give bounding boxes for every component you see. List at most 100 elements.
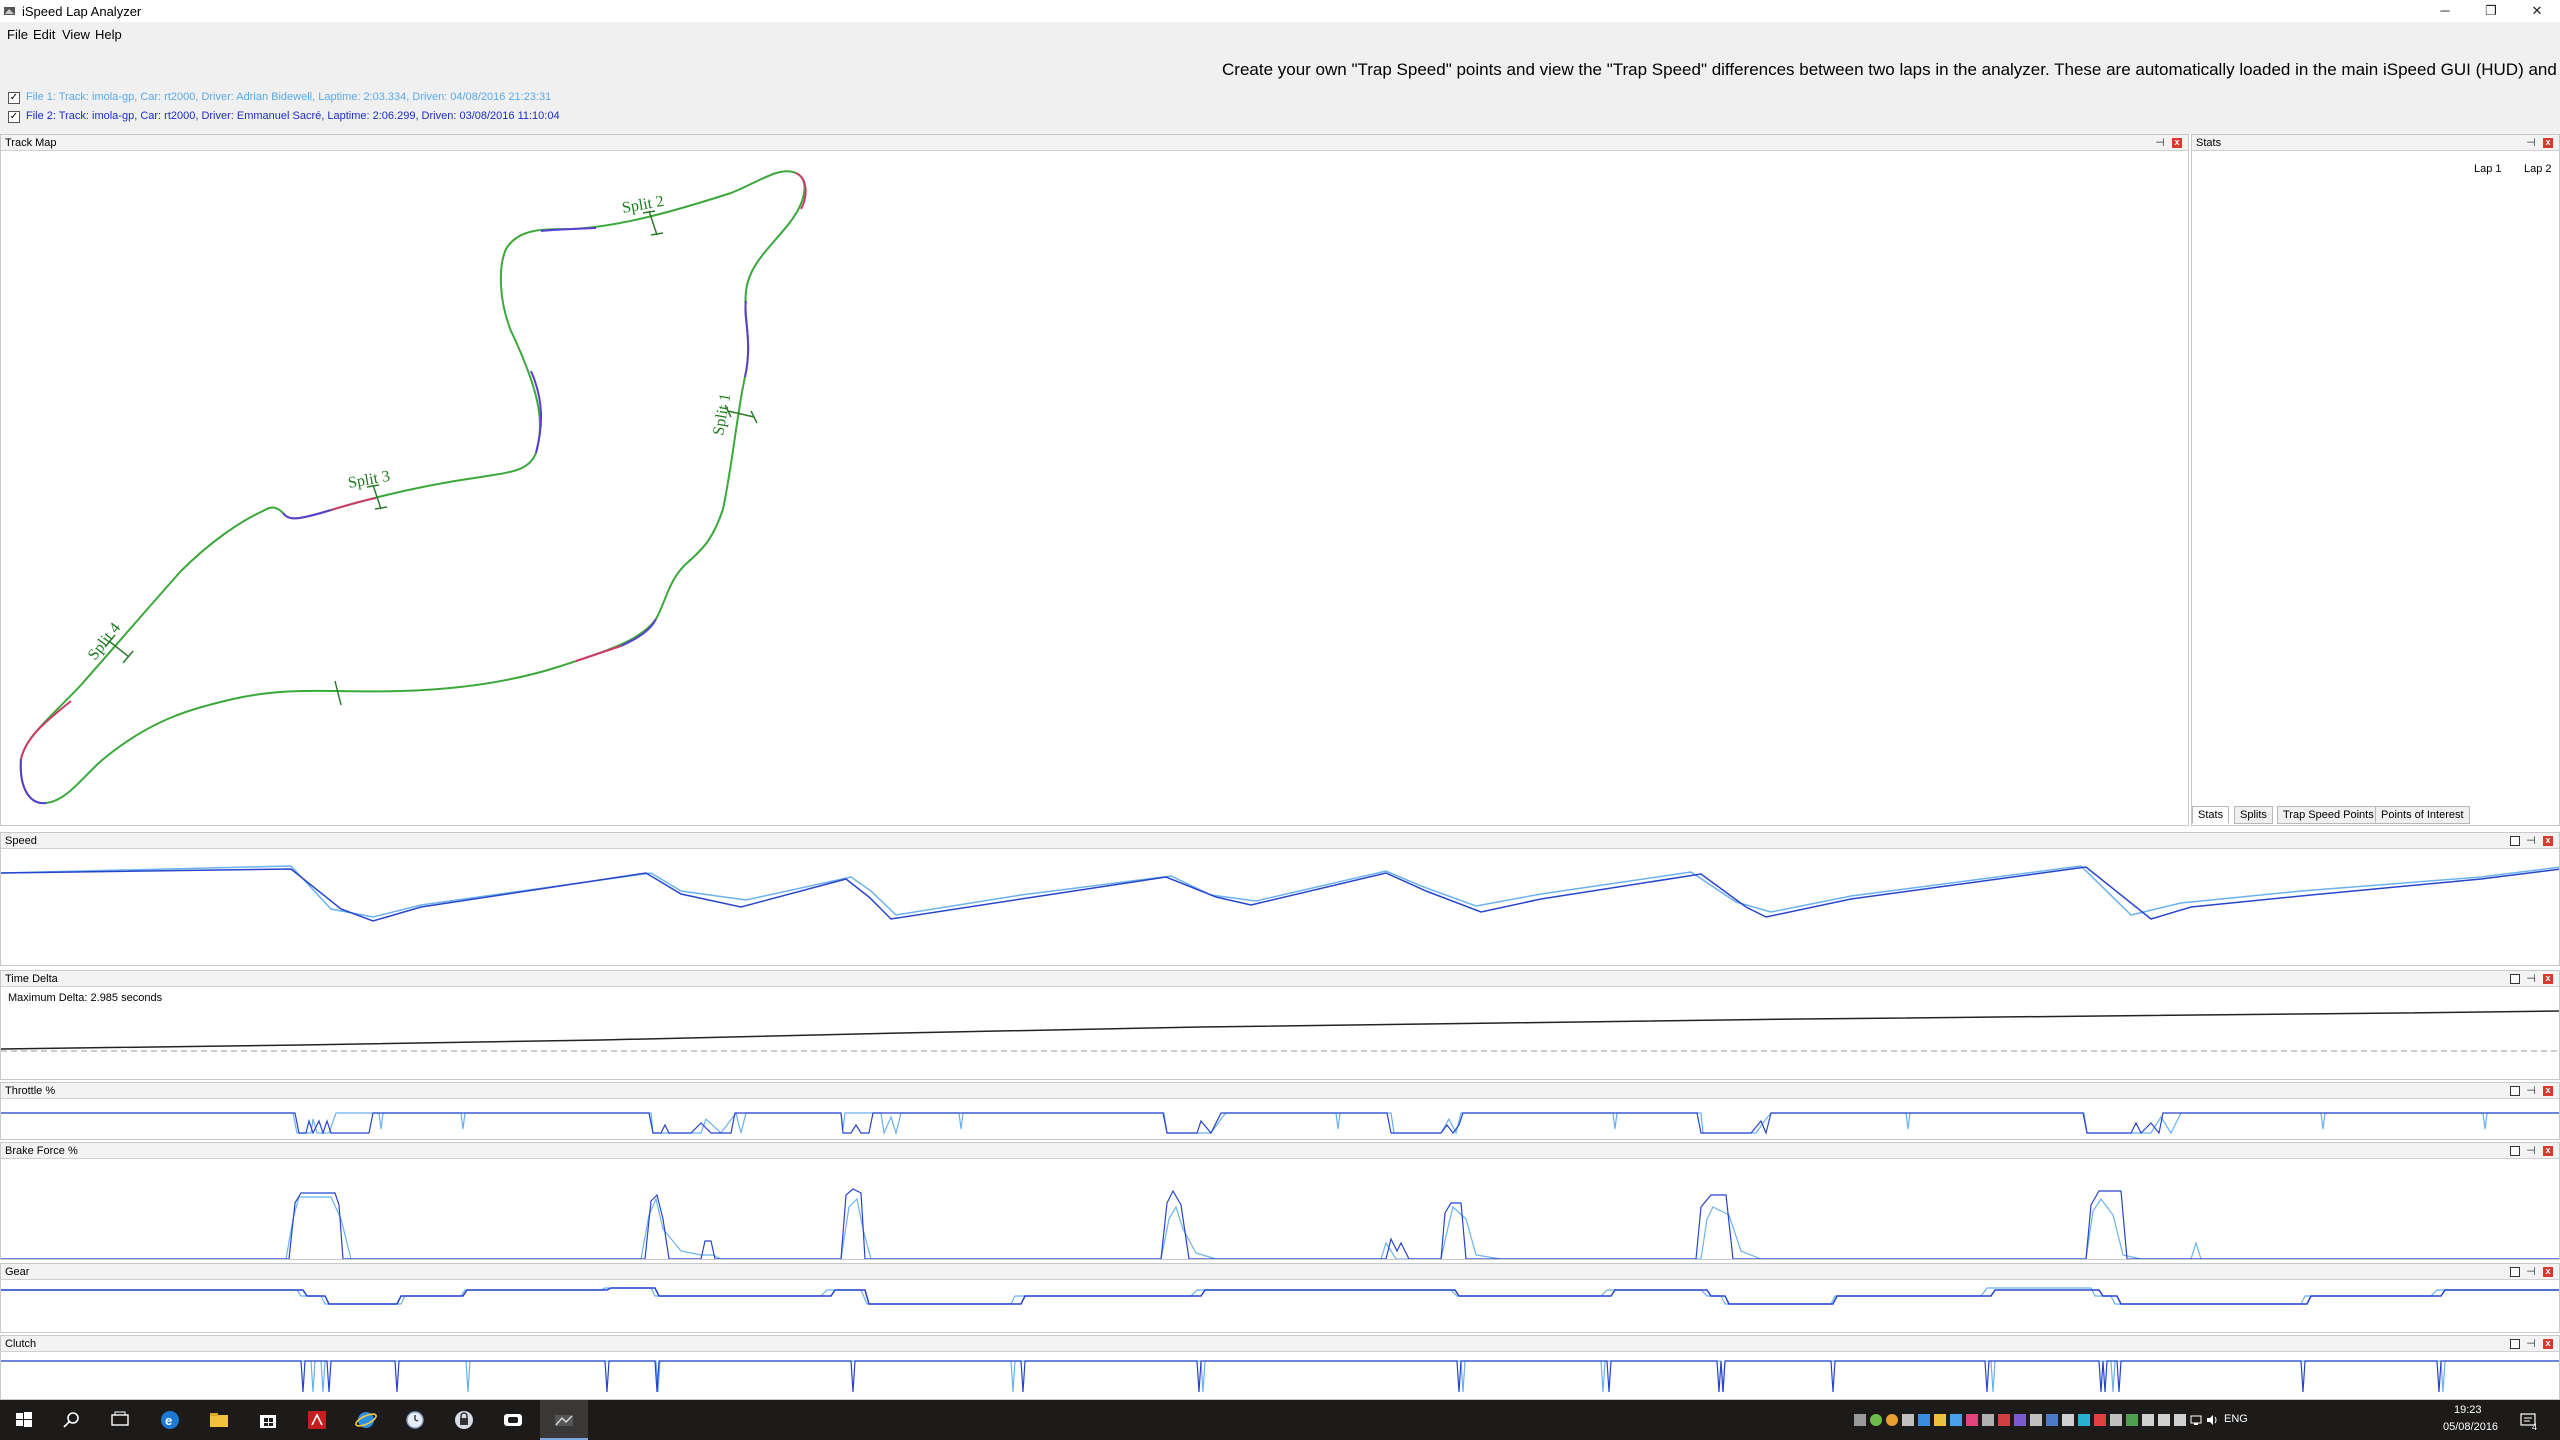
windows-start-icon[interactable] [12, 1408, 36, 1432]
close-panel-icon[interactable]: x [2543, 974, 2553, 984]
track-map-canvas[interactable]: Split 1 Split 2 Split 3 Split 4 [1, 151, 2188, 825]
pin-icon[interactable]: ⊣ [2155, 138, 2165, 149]
split-markers [104, 210, 758, 706]
tray-icon[interactable] [2110, 1414, 2122, 1426]
tray-icon[interactable] [1854, 1414, 1866, 1426]
internet-explorer-icon[interactable] [354, 1408, 378, 1432]
close-panel-icon[interactable]: x [2543, 836, 2553, 846]
app-icon [4, 7, 15, 15]
tab-stats[interactable]: Stats [2192, 806, 2230, 824]
gear-chart [1, 1287, 2559, 1305]
brake-lap1-line [1, 1196, 2559, 1259]
volume-icon[interactable] [2206, 1414, 2218, 1426]
tab-trap-speed-points[interactable]: Trap Speed Points [2277, 806, 2380, 824]
menu-view[interactable]: View [62, 27, 90, 42]
speed-chart [1, 865, 2559, 922]
tray-icon[interactable] [2014, 1414, 2026, 1426]
pin-icon[interactable]: ⊣ [2526, 1339, 2536, 1350]
close-window-button[interactable]: ✕ [2514, 0, 2560, 22]
clock-app-icon[interactable] [403, 1408, 427, 1432]
file-2-checkbox[interactable]: ✓ [8, 111, 20, 123]
file-1-checkbox[interactable]: ✓ [8, 92, 20, 104]
pin-icon[interactable]: ⊣ [2526, 138, 2536, 149]
tray-icon[interactable] [1934, 1414, 1946, 1426]
acrobat-icon[interactable] [305, 1408, 329, 1432]
menu-file[interactable]: File [7, 27, 28, 42]
brake-lap2-line [1, 1188, 2559, 1259]
tray-icon[interactable] [1966, 1414, 1978, 1426]
close-panel-icon[interactable]: x [2543, 1086, 2553, 1096]
menu-help[interactable]: Help [95, 27, 122, 42]
title-bar: iSpeed Lap Analyzer ─ ❐ ✕ [0, 0, 2560, 22]
tray-icon[interactable] [2142, 1414, 2154, 1426]
time-delta-chart [1, 1010, 2559, 1052]
brake-chart [1, 1188, 2559, 1259]
pin-icon[interactable]: ⊣ [2526, 1267, 2536, 1278]
restore-button[interactable]: ❐ [2468, 0, 2514, 22]
minimize-button[interactable]: ─ [2422, 0, 2468, 22]
pin-icon[interactable]: ⊣ [2526, 836, 2536, 847]
tray-icon[interactable] [2078, 1414, 2090, 1426]
float-icon[interactable] [2510, 1267, 2520, 1277]
tray-icon[interactable] [2030, 1414, 2042, 1426]
throttle-title: Throttle % [5, 1085, 56, 1097]
float-icon[interactable] [2510, 836, 2520, 846]
tab-splits[interactable]: Splits [2234, 806, 2273, 824]
close-panel-icon[interactable]: x [2543, 1339, 2553, 1349]
tray-icon[interactable] [1902, 1414, 1914, 1426]
close-panel-icon[interactable]: x [2543, 1267, 2553, 1277]
float-icon[interactable] [2510, 1146, 2520, 1156]
float-icon[interactable] [2510, 1339, 2520, 1349]
security-app-icon[interactable] [452, 1408, 476, 1432]
float-icon[interactable] [2510, 974, 2520, 984]
stats-title: Stats [2196, 137, 2222, 149]
media-app-icon[interactable] [501, 1408, 525, 1432]
track-segment-red [575, 645, 622, 662]
stats-column-lap-2: Lap 2 [2524, 163, 2552, 175]
svg-text:e: e [165, 1413, 172, 1428]
track-outline [19, 170, 806, 805]
gear-panel: Gear ⊣ x [0, 1263, 2560, 1333]
tray-icon[interactable] [1982, 1414, 1994, 1426]
network-icon[interactable] [2190, 1414, 2202, 1426]
search-icon[interactable] [60, 1408, 84, 1432]
edge-icon[interactable]: e [158, 1408, 182, 1432]
throttle-panel: Throttle % ⊣ x [0, 1082, 2560, 1140]
stats-column-lap-1: Lap 1 [2474, 163, 2502, 175]
track-map-panel: Track Map ⊣ x Split 1 Split 2 Split 3 Sp… [0, 134, 2189, 826]
clutch-panel: Clutch ⊣ x [0, 1335, 2560, 1400]
task-view-icon[interactable] [108, 1408, 132, 1432]
pin-icon[interactable]: ⊣ [2526, 1086, 2536, 1097]
window-title: iSpeed Lap Analyzer [22, 4, 142, 19]
tray-icon[interactable] [2094, 1414, 2106, 1426]
tray-icon[interactable] [1886, 1414, 1898, 1426]
tray-icon[interactable] [1918, 1414, 1930, 1426]
tray-icon[interactable] [2046, 1414, 2058, 1426]
store-icon[interactable] [256, 1408, 280, 1432]
language-indicator[interactable]: ENG [2224, 1413, 2248, 1425]
tray-icon[interactable] [2158, 1414, 2170, 1426]
speed-lap1-line [1, 865, 2559, 918]
close-panel-icon[interactable]: x [2543, 1146, 2553, 1156]
pin-icon[interactable]: ⊣ [2526, 974, 2536, 985]
tray-icon[interactable] [1950, 1414, 1962, 1426]
clutch-lap1-line [1, 1360, 2559, 1393]
taskbar-clock-time[interactable]: 19:23 [2454, 1404, 2482, 1416]
track-map-svg: Split 1 Split 2 Split 3 Split 4 [19, 170, 807, 805]
tray-icon[interactable] [2062, 1414, 2074, 1426]
tray-icon[interactable] [2126, 1414, 2138, 1426]
tray-icon[interactable] [1998, 1414, 2010, 1426]
clutch-lap2-line [1, 1360, 2559, 1393]
tab-points-of-interest[interactable]: Points of Interest [2375, 806, 2470, 824]
pin-icon[interactable]: ⊣ [2526, 1146, 2536, 1157]
ispeed-app-icon[interactable] [552, 1408, 576, 1432]
close-panel-icon[interactable]: x [2543, 138, 2553, 148]
menu-edit[interactable]: Edit [33, 27, 55, 42]
tray-icon[interactable] [1870, 1414, 1882, 1426]
taskbar-clock-date[interactable]: 05/08/2016 [2443, 1421, 2498, 1433]
brake-title: Brake Force % [5, 1145, 78, 1157]
float-icon[interactable] [2510, 1086, 2520, 1096]
file-explorer-icon[interactable] [207, 1408, 231, 1432]
tray-icon[interactable] [2174, 1414, 2186, 1426]
close-panel-icon[interactable]: x [2172, 138, 2182, 148]
